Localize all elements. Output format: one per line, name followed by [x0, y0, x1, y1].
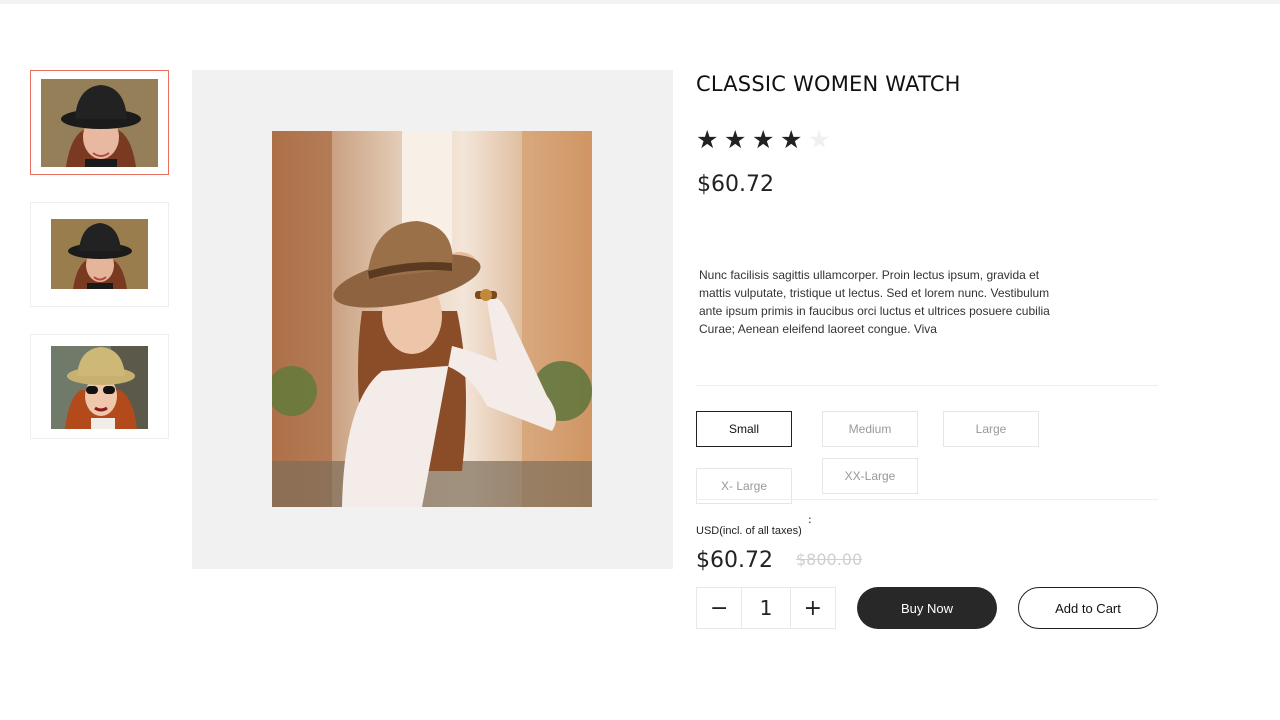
quantity-value[interactable]: 1	[741, 588, 791, 628]
currency-separator: :	[808, 513, 812, 526]
currency-label: USD(incl. of all taxes)	[696, 525, 802, 537]
thumbnail-1[interactable]	[30, 70, 169, 175]
star-icon: ★	[724, 125, 747, 154]
product-title: CLASSIC WOMEN WATCH	[696, 72, 961, 96]
size-option-xx-large[interactable]: XX-Large	[822, 458, 918, 494]
add-to-cart-button[interactable]: Add to Cart	[1018, 587, 1158, 629]
star-empty-icon: ★	[808, 125, 831, 154]
divider	[696, 385, 1158, 386]
product-price: $60.72	[697, 172, 774, 197]
product-description: Nunc facilisis sagittis ullamcorper. Pro…	[699, 268, 1050, 336]
quantity-decrease-button[interactable]: −	[697, 588, 741, 628]
size-option-large[interactable]: Large	[943, 411, 1039, 447]
quantity-increase-button[interactable]: +	[791, 588, 835, 628]
thumbnail-3[interactable]	[30, 334, 169, 439]
thumbnail-image-black-hat-2	[51, 219, 148, 289]
quantity-stepper: − 1 +	[696, 587, 836, 629]
thumbnail-image-black-hat	[41, 79, 158, 167]
main-image-frame	[192, 70, 673, 569]
current-price: $60.72	[696, 548, 773, 573]
size-option-small[interactable]: Small	[696, 411, 792, 447]
size-option-medium[interactable]: Medium	[822, 411, 918, 447]
buy-now-button[interactable]: Buy Now	[857, 587, 997, 629]
thumbnail-image-yellow-hat	[51, 346, 148, 429]
divider	[696, 499, 1158, 500]
rating-stars: ★ ★ ★ ★ ★	[696, 125, 832, 155]
main-product-image	[272, 131, 592, 507]
star-icon: ★	[780, 125, 803, 154]
star-icon: ★	[752, 125, 775, 154]
original-price: $800.00	[796, 550, 863, 569]
top-strip	[0, 0, 1280, 4]
thumbnail-2[interactable]	[30, 202, 169, 307]
star-icon: ★	[696, 125, 719, 154]
